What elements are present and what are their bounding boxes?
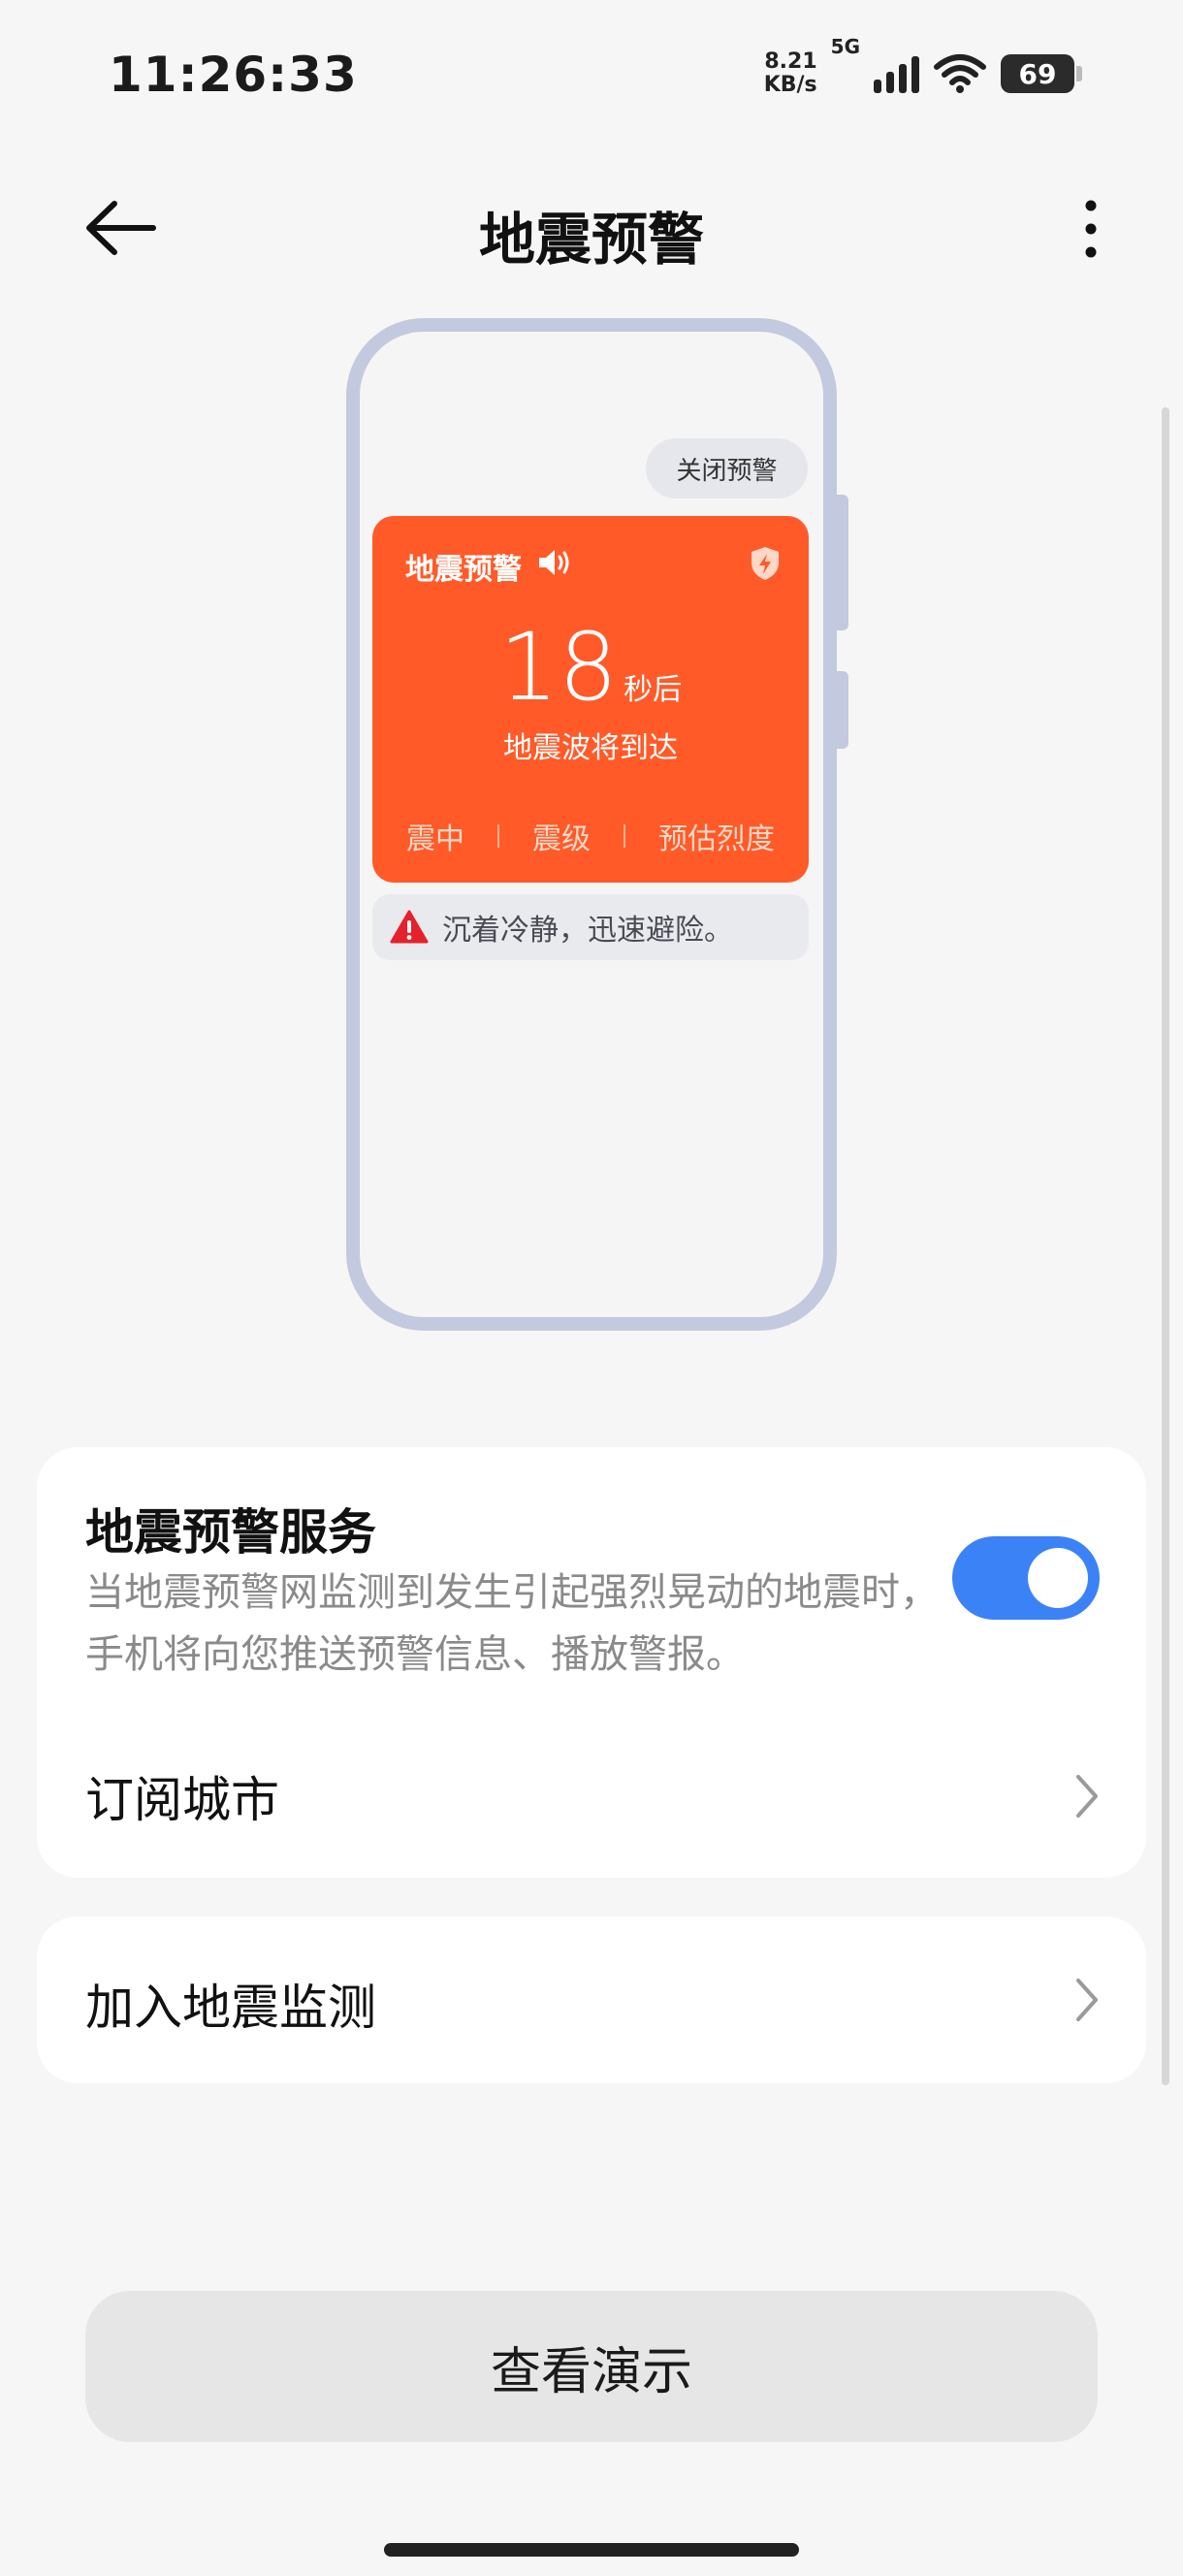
countdown-value: 18 (498, 613, 619, 722)
network-speed-unit: KB/s (763, 73, 817, 97)
alert-card: 地震预警 18 秒后 地震波将到达 震中 震级 预估烈度 (372, 516, 809, 883)
close-alert-button: 关闭预警 (646, 438, 808, 499)
stat-divider (623, 824, 625, 848)
subscribe-city-label[interactable]: 订阅城市 (85, 1761, 279, 1831)
stat-intensity: 预估烈度 (658, 822, 775, 856)
stat-divider (497, 824, 499, 848)
warning-text: 沉着冷静，迅速避险。 (442, 914, 733, 948)
countdown-unit: 秒后 (623, 673, 683, 707)
page-title: 地震预警 (478, 207, 704, 273)
status-icons: 8.21 KB/s 5G 69 (764, 35, 1082, 103)
stat-epicenter: 震中 (406, 822, 464, 856)
countdown: 18 秒后 (372, 619, 809, 716)
join-monitoring-label[interactable]: 加入地震监测 (85, 1969, 376, 2039)
warning-triangle-icon (390, 910, 429, 944)
stat-magnitude: 震级 (532, 822, 591, 856)
alert-stats: 震中 震级 预估烈度 (372, 815, 809, 857)
countdown-subtitle: 地震波将到达 (503, 731, 678, 765)
network-type-badge: 5G (830, 35, 860, 58)
screen: 11:26:33 8.21 KB/s 5G 69 地震预警 关闭预警 地震预警 (0, 0, 1183, 2576)
alert-title: 地震预警 (405, 553, 522, 587)
service-card: 地震预警服务 当地震预警网监测到发生引起强烈晃动的地震时，手机将向您推送预警信息… (37, 1447, 1146, 1878)
chevron-right-icon[interactable] (1072, 1773, 1102, 1819)
phone-side-button (837, 495, 848, 630)
home-indicator[interactable] (384, 2543, 799, 2557)
more-vertical-icon[interactable] (1067, 194, 1115, 262)
chevron-right-icon[interactable] (1072, 1977, 1102, 2023)
signal-icon (874, 54, 919, 93)
scrollbar[interactable] (1162, 407, 1169, 2085)
network-speed: 8.21 KB/s (764, 50, 817, 97)
service-title: 地震预警服务 (85, 1504, 376, 1561)
wifi-icon (934, 54, 986, 93)
speaker-icon (539, 550, 569, 575)
warning-pill: 沉着冷静，迅速避险。 (372, 894, 809, 960)
battery-indicator: 69 (1001, 54, 1082, 93)
network-speed-value: 8.21 (764, 49, 817, 74)
service-toggle[interactable] (952, 1536, 1100, 1620)
toggle-knob (1028, 1548, 1088, 1608)
status-time: 11:26:33 (109, 47, 358, 103)
join-monitoring-row[interactable]: 加入地震监测 (37, 1916, 1146, 2083)
service-description: 当地震预警网监测到发生引起强烈晃动的地震时，手机将向您推送预警信息、播放警报。 (85, 1570, 939, 1677)
view-demo-button[interactable]: 查看演示 (85, 2291, 1098, 2442)
shield-icon (751, 547, 779, 580)
phone-side-button (837, 671, 848, 749)
